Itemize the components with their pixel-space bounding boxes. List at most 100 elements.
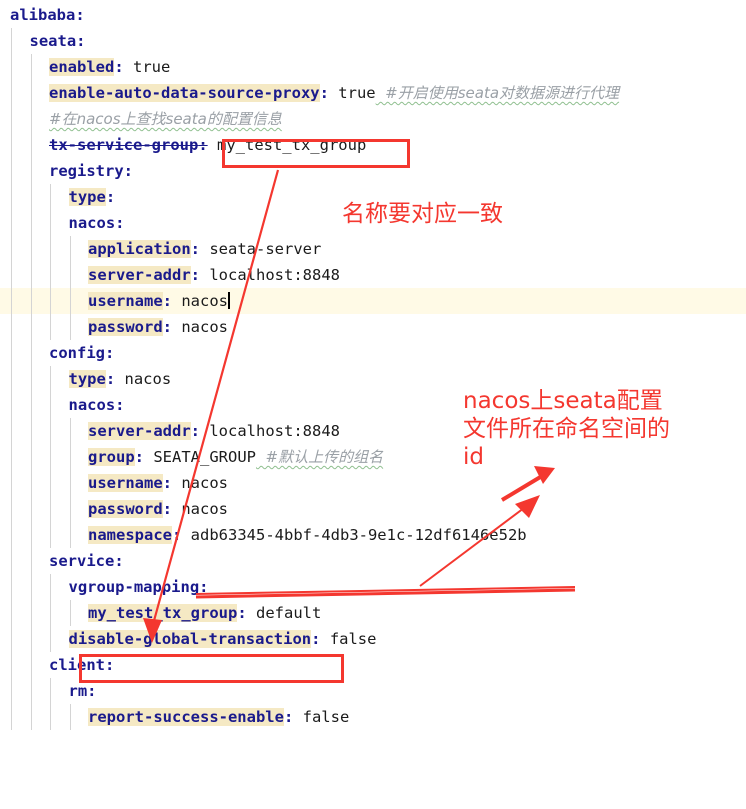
yaml-key: disable-global-transaction	[68, 630, 312, 648]
indent-guide	[50, 678, 51, 730]
code-line-content: nacos:	[69, 392, 125, 418]
yaml-colon: :	[114, 58, 124, 76]
code-line-content: namespace: adb63345-4bbf-4db3-9e1c-12df6…	[88, 522, 527, 548]
code-line-content: username: nacos	[88, 288, 230, 314]
yaml-key: seata	[29, 32, 77, 50]
code-line[interactable]: server-addr: localhost:8848	[0, 262, 746, 288]
code-line[interactable]: #在nacos上查找seata的配置信息	[0, 106, 746, 132]
code-line[interactable]: config:	[0, 340, 746, 366]
yaml-value: adb63345-4bbf-4db3-9e1c-12df6146e52b	[181, 526, 527, 544]
indent-guide	[50, 366, 51, 548]
yaml-key: alibaba	[10, 6, 76, 24]
yaml-key: report-success-enable	[88, 708, 284, 726]
code-line-content: report-success-enable: false	[88, 704, 349, 730]
yaml-value: true	[123, 58, 171, 76]
code-line[interactable]: nacos:	[0, 210, 746, 236]
yaml-key: type	[68, 188, 106, 206]
yaml-colon: :	[105, 344, 115, 362]
code-line[interactable]: disable-global-transaction: false	[0, 626, 746, 652]
code-line-content: group: SEATA_GROUP #默认上传的组名	[88, 444, 383, 470]
code-line-content: server-addr: localhost:8848	[88, 262, 340, 288]
code-line-content: password: nacos	[88, 314, 228, 340]
yaml-value: nacos	[172, 318, 228, 336]
code-line[interactable]: username: nacos	[0, 470, 746, 496]
indent-guide	[11, 28, 12, 730]
indent-guide	[69, 418, 71, 548]
vgroup-mapping-entry-box	[79, 654, 344, 683]
code-line-content: enable-auto-data-source-proxy: true #开启使…	[49, 80, 619, 106]
yaml-colon: :	[190, 422, 200, 440]
yaml-colon: :	[162, 474, 172, 492]
yaml-key: enabled	[49, 58, 115, 76]
code-line-content: #在nacos上查找seata的配置信息	[49, 106, 282, 132]
code-line-content: alibaba:	[10, 2, 85, 28]
text-caret	[228, 292, 230, 309]
code-line-content: service:	[49, 548, 124, 574]
yaml-colon: :	[105, 188, 116, 206]
yaml-value: nacos	[172, 474, 228, 492]
code-line[interactable]: vgroup-mapping:	[0, 574, 746, 600]
yaml-colon: :	[283, 708, 294, 726]
indent-guide	[50, 574, 51, 652]
indent-guide	[30, 54, 32, 730]
code-line[interactable]: my_test_tx_group: default	[0, 600, 746, 626]
yaml-value: SEATA_GROUP	[144, 448, 256, 466]
code-line-content: enabled: true	[49, 54, 170, 80]
code-line[interactable]: alibaba:	[0, 2, 746, 28]
yaml-editor[interactable]: alibaba: seata: enabled: true enable-auto-d…	[0, 0, 746, 809]
yaml-comment: #默认上传的组名	[256, 448, 384, 466]
code-line[interactable]: type:	[0, 184, 746, 210]
yaml-value: nacos	[172, 292, 228, 310]
code-line[interactable]: namespace: adb63345-4bbf-4db3-9e1c-12df6…	[0, 522, 746, 548]
yaml-colon: :	[190, 266, 200, 284]
code-line-content: disable-global-transaction: false	[68, 626, 377, 652]
yaml-key: password	[88, 500, 163, 518]
yaml-colon: :	[237, 604, 247, 622]
code-line-content: application: seata-server	[88, 236, 321, 262]
yaml-colon: :	[319, 84, 329, 102]
code-line-content: type:	[68, 184, 116, 210]
code-line[interactable]: username: nacos	[0, 288, 746, 314]
code-line[interactable]: password: nacos	[0, 314, 746, 340]
yaml-value: localhost:8848	[200, 422, 340, 440]
code-line[interactable]: enabled: true	[0, 54, 746, 80]
yaml-colon: :	[162, 500, 172, 518]
code-line[interactable]: enable-auto-data-source-proxy: true #开启使…	[0, 80, 746, 106]
yaml-colon: :	[172, 526, 182, 544]
yaml-value: seata-server	[200, 240, 322, 258]
yaml-colon: :	[198, 136, 208, 154]
yaml-key: nacos	[68, 396, 116, 414]
yaml-colon: :	[75, 6, 85, 24]
code-line[interactable]: report-success-enable: false	[0, 704, 746, 730]
yaml-value: nacos	[115, 370, 172, 388]
yaml-colon: :	[115, 396, 125, 414]
yaml-colon: :	[199, 578, 209, 596]
yaml-colon: :	[162, 292, 172, 310]
yaml-colon: :	[115, 214, 125, 232]
yaml-key: tx-service-group	[49, 136, 199, 154]
code-line-content: type: nacos	[68, 366, 172, 392]
code-line[interactable]: service:	[0, 548, 746, 574]
code-line[interactable]: password: nacos	[0, 496, 746, 522]
yaml-colon: :	[123, 162, 133, 180]
code-line-content: config:	[49, 340, 114, 366]
code-line[interactable]: seata:	[0, 28, 746, 54]
yaml-key: my_test_tx_group	[88, 604, 238, 622]
yaml-key: server-addr	[88, 266, 191, 284]
yaml-colon: :	[87, 682, 97, 700]
yaml-colon: :	[114, 552, 124, 570]
code-line[interactable]: group: SEATA_GROUP #默认上传的组名	[0, 444, 746, 470]
code-line[interactable]: server-addr: localhost:8848	[0, 418, 746, 444]
code-line[interactable]: nacos:	[0, 392, 746, 418]
indent-guide	[69, 600, 71, 626]
yaml-key: username	[88, 292, 163, 310]
code-line[interactable]: type: nacos	[0, 366, 746, 392]
code-line[interactable]: application: seata-server	[0, 236, 746, 262]
yaml-key: type	[68, 370, 106, 388]
yaml-colon: :	[105, 370, 116, 388]
code-line-content: server-addr: localhost:8848	[88, 418, 340, 444]
code-line-content: seata:	[30, 28, 86, 54]
yaml-value: false	[320, 630, 377, 648]
code-line-content: my_test_tx_group: default	[88, 600, 321, 626]
yaml-value: true	[328, 84, 376, 102]
